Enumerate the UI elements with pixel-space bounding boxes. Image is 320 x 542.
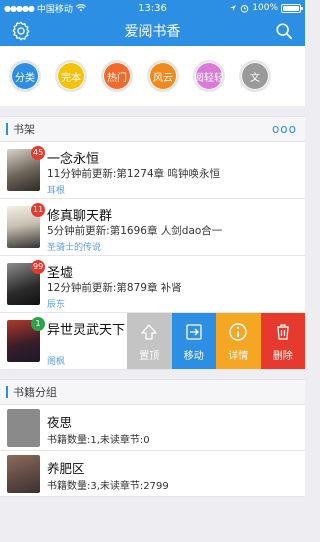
pin-top-icon bbox=[141, 323, 157, 340]
book-update: 12分钟前更新:第879章 补肾 bbox=[47, 282, 182, 294]
details-label: 详情 bbox=[228, 350, 249, 362]
category-more-button[interactable]: 文 bbox=[239, 60, 271, 92]
page-title: 爱阅书香 bbox=[124, 24, 181, 40]
group-info: 书籍数量:1,未读章节:0 bbox=[47, 435, 150, 446]
move-icon bbox=[186, 323, 202, 340]
battery-icon bbox=[281, 3, 303, 13]
info-icon bbox=[229, 322, 247, 341]
group-name: 养肥区 bbox=[47, 461, 85, 476]
details-button[interactable]: 详情 bbox=[216, 313, 261, 369]
gear-icon[interactable] bbox=[10, 20, 32, 42]
book-update: 11分钟前更新:第1274章 鸣钟唤永恒 bbox=[47, 168, 220, 180]
category-bar: 分类 完本 热门 风云 阅轻轻 文 bbox=[0, 46, 305, 106]
category-classify-button[interactable]: 分类 bbox=[9, 60, 41, 92]
swiped-book-row[interactable]: 1 异世灵武天下 阁枫 置顶 移动 详情 删除 bbox=[0, 313, 305, 370]
move-label: 移动 bbox=[183, 350, 204, 362]
book-groups-title: 书籍分组 bbox=[13, 386, 57, 399]
trash-icon bbox=[276, 323, 289, 340]
unread-badge: 99 bbox=[31, 260, 46, 274]
book-author: 耳根 bbox=[47, 186, 66, 196]
section-accent bbox=[6, 386, 8, 398]
book-title: 修真聊天群 bbox=[47, 209, 113, 224]
pin-top-label: 置顶 bbox=[139, 350, 160, 362]
group-row[interactable]: 养肥区 书籍数量:3,未读章节:2799 bbox=[0, 451, 305, 497]
swipe-actions: 置顶 移动 详情 删除 bbox=[127, 313, 305, 369]
book-title: 一念永恒 bbox=[47, 152, 100, 167]
category-hot-button[interactable]: 热门 bbox=[101, 60, 133, 92]
delete-button[interactable]: 删除 bbox=[260, 313, 305, 369]
alarm-icon bbox=[240, 4, 249, 13]
unread-badge: 1 bbox=[31, 317, 45, 331]
pin-top-button[interactable]: 置顶 bbox=[127, 313, 172, 369]
wifi-icon bbox=[75, 4, 86, 12]
book-title: 异世灵武天下 bbox=[47, 323, 126, 338]
unread-badge: 11 bbox=[31, 203, 46, 217]
book-row[interactable]: 11 修真聊天群 5分钟前更新:第1696章 人剑dao合一 圣骑士的传说 bbox=[0, 199, 305, 256]
category-finished-button[interactable]: 完本 bbox=[55, 60, 87, 92]
delete-label: 删除 bbox=[272, 350, 293, 362]
battery-percent: 100% bbox=[252, 3, 278, 13]
group-name: 夜思 bbox=[47, 415, 73, 430]
battery-fill bbox=[283, 5, 299, 11]
bookshelf-header: 书架 ooo bbox=[0, 116, 305, 142]
nav-bar: 爱阅书香 bbox=[0, 16, 305, 46]
group-thumbnail bbox=[7, 409, 40, 447]
status-bar: ●●●●● 中国移动 13:36 100% bbox=[0, 0, 305, 16]
book-author: 圣骑士的传说 bbox=[47, 243, 102, 253]
more-options-icon[interactable]: ooo bbox=[272, 122, 297, 136]
signal-icon: ●●●●● bbox=[4, 3, 35, 13]
book-author: 阁枫 bbox=[47, 357, 66, 367]
section-accent bbox=[6, 123, 8, 135]
book-row[interactable]: 45 一念永恒 11分钟前更新:第1274章 鸣钟唤永恒 耳根 bbox=[0, 142, 305, 199]
group-info: 书籍数量:3,未读章节:2799 bbox=[47, 481, 169, 492]
book-title: 圣墟 bbox=[47, 266, 74, 281]
category-trend-button[interactable]: 风云 bbox=[147, 60, 179, 92]
book-row[interactable]: 99 圣墟 12分钟前更新:第879章 补肾 辰东 bbox=[0, 256, 305, 313]
top-bar: ●●●●● 中国移动 13:36 100% 爱阅书香 bbox=[0, 0, 305, 46]
location-icon bbox=[230, 5, 237, 11]
book-author: 辰东 bbox=[47, 300, 66, 310]
book-groups-header: 书籍分组 bbox=[0, 379, 305, 405]
bookshelf-title: 书架 bbox=[13, 123, 35, 136]
book-update: 5分钟前更新:第1696章 人剑dao合一 bbox=[47, 225, 223, 237]
unread-badge: 45 bbox=[31, 146, 46, 160]
move-button[interactable]: 移动 bbox=[171, 313, 216, 369]
carrier-label: 中国移动 bbox=[36, 4, 73, 15]
group-row[interactable]: 夜思 书籍数量:1,未读章节:0 bbox=[0, 405, 305, 451]
category-light-reading-button[interactable]: 阅轻轻 bbox=[193, 60, 225, 92]
search-icon[interactable] bbox=[275, 22, 293, 40]
group-thumbnail bbox=[7, 455, 40, 493]
